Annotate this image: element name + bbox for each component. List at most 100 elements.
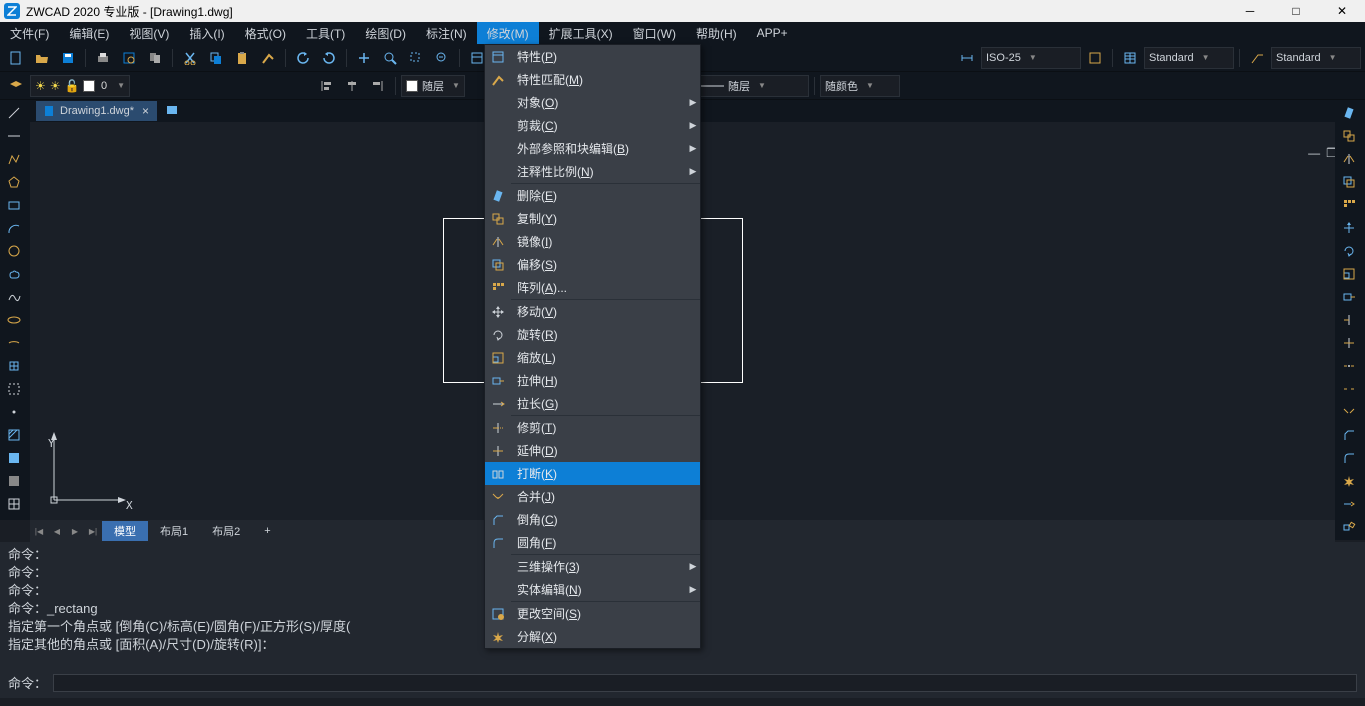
trim-icon[interactable] (1335, 309, 1363, 331)
dimstyle-manage-icon[interactable] (1083, 46, 1107, 70)
zoom-prev-icon[interactable] (430, 46, 454, 70)
menu-item[interactable]: 帮助(H) (686, 22, 747, 44)
menu-item[interactable]: 窗口(W) (623, 22, 686, 44)
align-right-icon[interactable] (366, 74, 390, 98)
offset-icon[interactable] (1335, 171, 1363, 193)
leader-icon[interactable] (1245, 46, 1269, 70)
menu-item[interactable]: 特性匹配(M) (485, 68, 700, 91)
chamfer-icon[interactable] (1335, 424, 1363, 446)
cut-icon[interactable] (178, 46, 202, 70)
ellipse-arc-icon[interactable] (0, 332, 28, 354)
menu-item[interactable]: 三维操作(3)▶ (485, 555, 700, 578)
zoom-window-icon[interactable] (404, 46, 428, 70)
menu-item[interactable]: 特性(P) (485, 45, 700, 68)
circle-icon[interactable] (0, 240, 28, 262)
menu-item[interactable]: 绘图(D) (355, 22, 416, 44)
menu-item[interactable]: 倒角(C) (485, 508, 700, 531)
tab-last-icon[interactable]: ▶| (84, 522, 102, 540)
align-left-icon[interactable] (314, 74, 338, 98)
region-icon[interactable] (0, 470, 28, 492)
file-tab[interactable]: Drawing1.dwg* × (36, 101, 157, 121)
publish-icon[interactable] (143, 46, 167, 70)
menu-item[interactable]: 阵列(A)... (485, 276, 700, 299)
linetype-combo[interactable]: 随层 ▼ (689, 75, 809, 97)
explode-icon[interactable] (1335, 470, 1363, 492)
menu-item[interactable]: 实体编辑(N)▶ (485, 578, 700, 601)
fillet-icon[interactable] (1335, 447, 1363, 469)
align-center-icon[interactable] (340, 74, 364, 98)
menu-item[interactable]: 编辑(E) (59, 22, 119, 44)
minimize-button[interactable]: ─ (1227, 0, 1273, 22)
xline-icon[interactable] (0, 125, 28, 147)
table2-icon[interactable] (0, 493, 28, 515)
point-icon[interactable] (0, 401, 28, 423)
extend-icon[interactable] (1335, 332, 1363, 354)
array-icon[interactable] (1335, 194, 1363, 216)
menu-item[interactable]: 外部参照和块编辑(B)▶ (485, 137, 700, 160)
menu-item[interactable]: 视图(V) (119, 22, 179, 44)
menu-item[interactable]: 复制(Y) (485, 207, 700, 230)
menu-item[interactable]: 旋转(R) (485, 323, 700, 346)
menu-item[interactable]: 对象(O)▶ (485, 91, 700, 114)
layer-manage-icon[interactable] (4, 74, 28, 98)
rotate-icon[interactable] (1335, 240, 1363, 262)
undo-icon[interactable] (291, 46, 315, 70)
tab-next-icon[interactable]: ▶ (66, 522, 84, 540)
copy2-icon[interactable] (1335, 125, 1363, 147)
color-combo[interactable]: 随层 ▼ (401, 75, 465, 97)
revcloud-icon[interactable] (0, 263, 28, 285)
menu-item[interactable]: 工具(T) (296, 22, 355, 44)
hatch-icon[interactable] (0, 424, 28, 446)
match-icon[interactable] (256, 46, 280, 70)
menu-item[interactable]: 标注(N) (416, 22, 477, 44)
layout-tab[interactable]: 布局2 (200, 521, 252, 541)
scale-icon[interactable] (1335, 263, 1363, 285)
menu-item[interactable]: 拉长(G) (485, 392, 700, 415)
paste-icon[interactable] (230, 46, 254, 70)
save-icon[interactable] (56, 46, 80, 70)
menu-item[interactable]: 更改空间(S) (485, 602, 700, 625)
line-icon[interactable] (0, 102, 28, 124)
tablestyle-combo[interactable]: Standard▼ (1144, 47, 1234, 69)
maximize-button[interactable]: □ (1273, 0, 1319, 22)
lengthen-icon[interactable] (1335, 493, 1363, 515)
dim-icon[interactable] (955, 46, 979, 70)
menu-item[interactable]: 修剪(T) (485, 416, 700, 439)
rectangle-icon[interactable] (0, 194, 28, 216)
move-icon[interactable] (1335, 217, 1363, 239)
menu-item[interactable]: 修改(M) (477, 22, 539, 44)
layer-combo[interactable]: ☀☀🔓 0 ▼ (30, 75, 130, 97)
erase-icon[interactable] (1335, 102, 1363, 124)
menu-item[interactable]: 剪裁(C)▶ (485, 114, 700, 137)
tab-close-icon[interactable]: × (142, 104, 149, 118)
mleaderstyle-combo[interactable]: Standard▼ (1271, 47, 1361, 69)
drawing-minimize-icon[interactable]: — (1308, 146, 1320, 160)
menu-item[interactable]: 延伸(D) (485, 439, 700, 462)
print-icon[interactable] (91, 46, 115, 70)
new-icon[interactable] (4, 46, 28, 70)
layout-tab[interactable]: 布局1 (148, 521, 200, 541)
preview-icon[interactable] (117, 46, 141, 70)
table-icon[interactable] (1118, 46, 1142, 70)
menu-item[interactable]: 移动(V) (485, 300, 700, 323)
menu-item[interactable]: 扩展工具(X) (539, 22, 623, 44)
close-button[interactable]: ✕ (1319, 0, 1365, 22)
plotcolor-combo[interactable]: 随颜色 ▼ (820, 75, 900, 97)
menu-item[interactable]: 圆角(F) (485, 531, 700, 554)
menu-item[interactable]: 文件(F) (0, 22, 59, 44)
pan-icon[interactable] (352, 46, 376, 70)
tab-prev-icon[interactable]: ◀ (48, 522, 66, 540)
menu-item[interactable]: 合并(J) (485, 485, 700, 508)
join-icon[interactable] (1335, 401, 1363, 423)
menu-item[interactable]: 打断(K) (485, 462, 700, 485)
arc-icon[interactable] (0, 217, 28, 239)
ellipse-icon[interactable] (0, 309, 28, 331)
menu-item[interactable]: 缩放(L) (485, 346, 700, 369)
spline-icon[interactable] (0, 286, 28, 308)
redo-icon[interactable] (317, 46, 341, 70)
copy-icon[interactable] (204, 46, 228, 70)
stretch-icon[interactable] (1335, 286, 1363, 308)
polygon-icon[interactable] (0, 171, 28, 193)
align-icon[interactable] (1335, 516, 1363, 538)
menu-item[interactable]: 偏移(S) (485, 253, 700, 276)
